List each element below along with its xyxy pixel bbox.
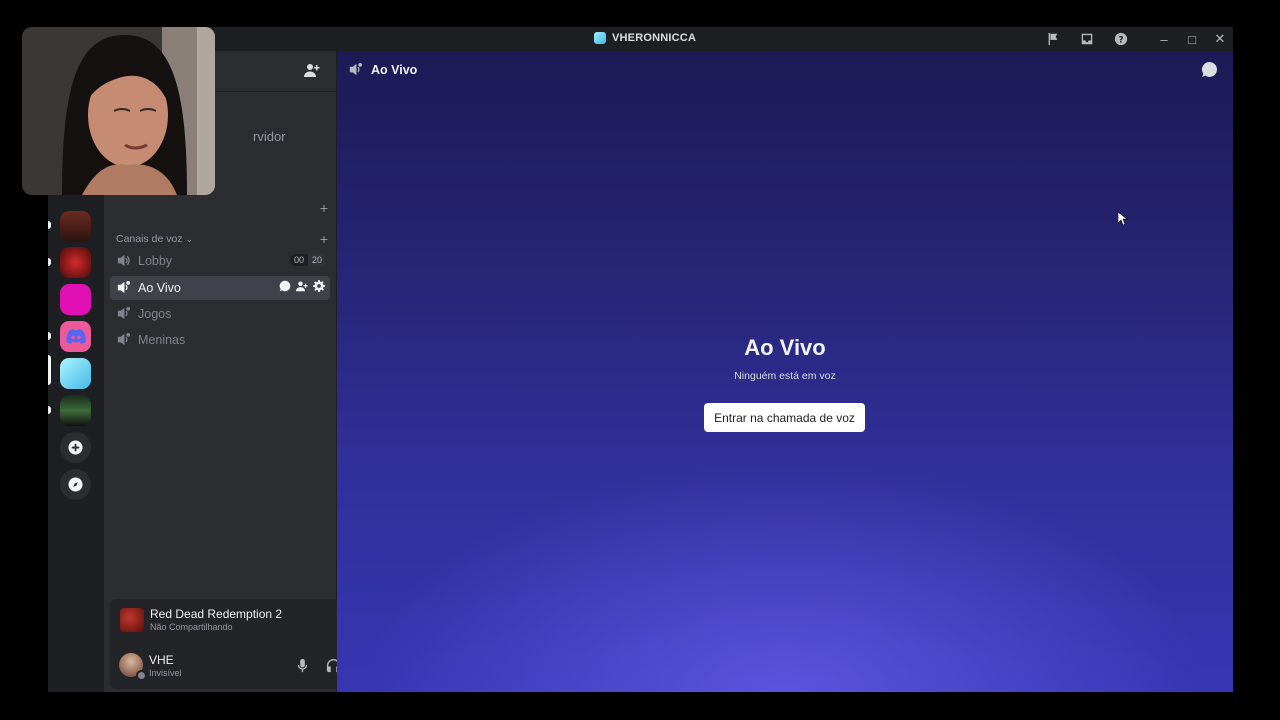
channel-actions (279, 280, 326, 293)
plus-icon (68, 440, 83, 455)
server-icon-4[interactable] (60, 321, 91, 352)
channel-jogos[interactable]: Jogos (110, 302, 330, 326)
minimize-icon[interactable]: – (1156, 31, 1172, 47)
compass-icon (68, 477, 83, 492)
help-icon[interactable]: ? (1113, 31, 1129, 47)
channel-header: Ao Vivo (337, 51, 1233, 89)
server-icon-active[interactable] (60, 358, 91, 389)
discord-window: VHERONNICCA ? – □ ✕ 105 (48, 27, 1233, 692)
unread-pill (48, 221, 51, 229)
channel-title: Ao Vivo (371, 63, 418, 77)
svg-text:?: ? (1118, 36, 1123, 46)
stage-speaker-icon (116, 280, 132, 296)
settings-gear-icon[interactable] (313, 280, 326, 293)
unread-pill (48, 406, 51, 414)
chat-bubble-icon[interactable] (1201, 61, 1219, 79)
channel-name: Lobby (138, 254, 173, 268)
status-indicator (136, 670, 147, 681)
channel-ao-vivo[interactable]: Ao Vivo (110, 276, 330, 300)
server-icon-3[interactable] (60, 284, 91, 315)
share-status: Não Compartilhando (150, 622, 233, 632)
voice-channel-view: Ao Vivo Ao Vivo Ninguém está em voz Entr… (337, 51, 1233, 692)
server-icon-6[interactable] (60, 395, 91, 426)
server-logo-icon (594, 32, 606, 44)
user-limit-badge: 00 20 (289, 254, 326, 266)
maximize-icon[interactable]: □ (1184, 31, 1200, 47)
unread-pill (48, 332, 51, 340)
channel-name: Ao Vivo (138, 281, 181, 295)
username[interactable]: VHE (149, 653, 174, 667)
window-title-text: VHERONNICCA (612, 32, 697, 44)
open-chat-icon[interactable] (279, 280, 292, 293)
window-title: VHERONNICCA (594, 32, 696, 44)
channel-lobby[interactable]: Lobby 00 20 (110, 249, 330, 273)
game-thumbnail (120, 608, 144, 632)
channel-meninas[interactable]: Meninas (110, 328, 330, 352)
join-voice-button[interactable]: Entrar na chamada de voz (704, 403, 865, 432)
server-icon-1[interactable] (60, 211, 91, 242)
webcam-overlay (22, 27, 215, 195)
category-label: Canais de voz (116, 233, 183, 245)
mouse-cursor-icon (1118, 212, 1128, 226)
close-icon[interactable]: ✕ (1212, 31, 1228, 47)
create-voice-channel-icon[interactable]: + (320, 231, 328, 247)
voice-category[interactable]: Canais de voz ⌄ + (116, 231, 328, 247)
create-channel-icon[interactable]: + (320, 200, 328, 216)
add-server-button[interactable] (60, 432, 91, 463)
user-status: Invisível (149, 668, 182, 678)
server-guide-text[interactable]: rvidor (253, 129, 286, 144)
unread-pill (48, 258, 51, 266)
chevron-down-icon: ⌄ (185, 233, 194, 244)
invite-member-icon[interactable] (304, 62, 322, 80)
speaker-icon (116, 253, 132, 269)
discord-logo-icon (65, 329, 86, 344)
selected-pill (48, 355, 51, 385)
user-limit: 20 (307, 254, 326, 266)
invite-icon[interactable] (296, 280, 309, 293)
server-icon-2[interactable] (60, 247, 91, 278)
flag-icon[interactable] (1045, 31, 1061, 47)
webcam-person-image (22, 27, 215, 195)
channel-name: Jogos (138, 307, 172, 321)
stage-speaker-icon (348, 62, 364, 78)
game-title: Red Dead Redemption 2 (150, 607, 283, 621)
voice-channel-title: Ao Vivo (744, 335, 826, 360)
inbox-icon[interactable] (1079, 31, 1095, 47)
user-count: 00 (289, 254, 308, 266)
title-bar: VHERONNICCA ? – □ ✕ (48, 27, 1233, 51)
text-category[interactable]: + (116, 200, 328, 216)
stage-speaker-icon (116, 332, 132, 348)
channel-name: Meninas (138, 333, 186, 347)
voice-empty-status: Ninguém está em voz (734, 370, 836, 382)
microphone-icon[interactable] (292, 655, 312, 675)
explore-button[interactable] (60, 469, 91, 500)
stage-speaker-icon (116, 306, 132, 322)
